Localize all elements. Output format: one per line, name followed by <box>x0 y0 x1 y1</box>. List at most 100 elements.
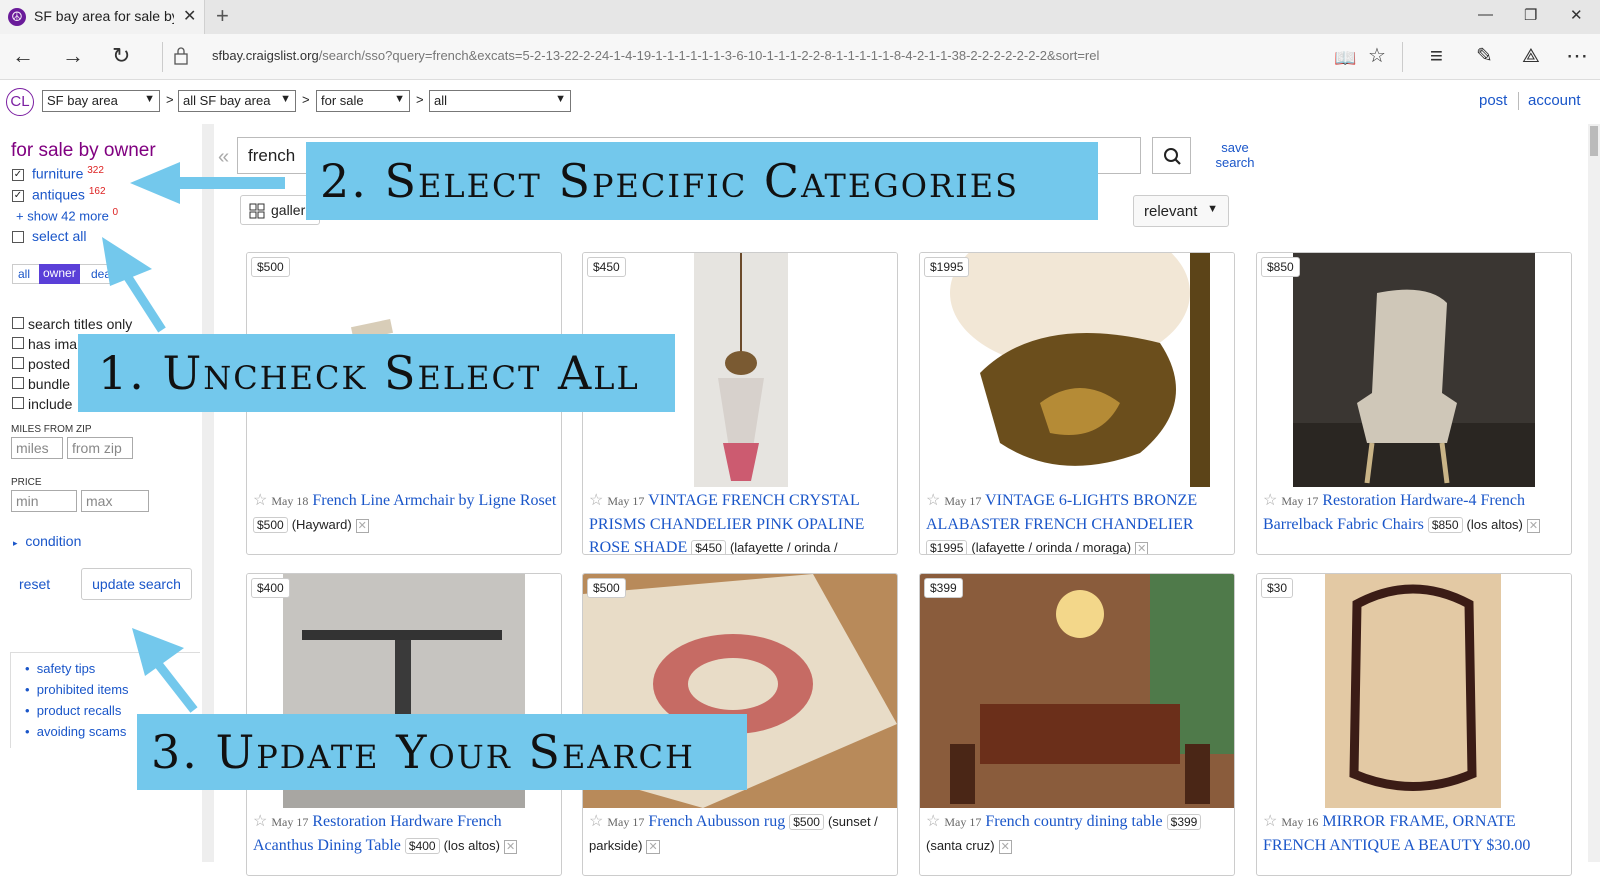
hide-icon[interactable]: ✕ <box>646 840 660 854</box>
antiques-checkbox[interactable]: ✓ <box>12 190 24 202</box>
listing-info: ☆ May 17 VINTAGE FRENCH CRYSTAL PRISMS C… <box>589 492 865 555</box>
browser-tab[interactable]: ☮ SF bay area for sale by c ✕ <box>0 0 205 34</box>
listing-card[interactable]: $399 ☆ May 17 French country dining tabl… <box>919 573 1235 876</box>
step1-banner: 1. Uncheck Select All <box>78 334 675 412</box>
page-scrollbar[interactable] <box>1588 124 1600 862</box>
favorite-star-icon[interactable]: ☆ <box>589 813 603 830</box>
has-image-checkbox[interactable] <box>12 337 24 349</box>
seller-all[interactable]: all <box>18 267 30 281</box>
select-all-checkbox[interactable] <box>12 231 24 243</box>
favorite-star-icon[interactable]: ☆ <box>1263 492 1277 509</box>
favorite-star-icon[interactable]: ☆ <box>253 813 267 830</box>
category-furniture[interactable]: furniture 322 <box>32 165 104 182</box>
show-more-link[interactable]: + show 42 more 0 <box>16 207 118 223</box>
listing-card[interactable]: $1995 ☆ May 17 VINTAGE 6-LIGHTS BRONZE A… <box>919 252 1235 555</box>
listing-image[interactable] <box>1257 574 1571 808</box>
listing-info: ☆ May 16 MIRROR FRAME, ORNATE FRENCH ANT… <box>1263 813 1531 854</box>
has-image-label: has ima <box>28 336 78 352</box>
search-button[interactable] <box>1152 137 1191 174</box>
craigslist-logo[interactable]: CL <box>6 88 34 116</box>
miles-input[interactable]: miles <box>11 437 63 459</box>
search-titles-checkbox[interactable] <box>12 317 24 329</box>
hide-icon[interactable]: ✕ <box>503 840 518 854</box>
max-price-input[interactable]: max <box>81 490 149 512</box>
listing-info: ☆ May 17 VINTAGE 6-LIGHTS BRONZE ALABAST… <box>926 492 1198 555</box>
favorite-star-icon[interactable]: ☆ <box>926 492 940 509</box>
minimize-icon[interactable]: — <box>1478 6 1493 23</box>
address-bar[interactable]: sfbay.craigslist.org/search/sso?query=fr… <box>170 42 1300 72</box>
seller-type-toggle: all owner dea <box>12 264 112 284</box>
listing-title[interactable]: French Line Armchair by Ligne Roset <box>312 492 556 509</box>
favorite-star-icon[interactable]: ☆ <box>1263 813 1277 830</box>
more-icon[interactable]: ⋯ <box>1566 44 1588 68</box>
sort-dropdown[interactable]: relevant ▼ <box>1133 195 1229 227</box>
listing-image[interactable] <box>1257 253 1571 487</box>
favorite-star-icon[interactable]: ☆ <box>589 492 603 509</box>
hide-icon[interactable]: ✕ <box>1135 542 1149 554</box>
subarea-select[interactable]: all SF bay area ▼ <box>178 90 296 112</box>
product-recalls-link[interactable]: • product recalls <box>25 703 121 718</box>
share-icon[interactable]: ⟁ <box>1522 44 1540 68</box>
post-link[interactable]: post <box>1479 92 1507 109</box>
listing-card[interactable]: $850 ☆ May 17 Restoration Hardware-4 Fre… <box>1256 252 1572 555</box>
zip-input[interactable]: from zip <box>67 437 133 459</box>
close-tab-icon[interactable]: ✕ <box>183 6 196 26</box>
refresh-icon[interactable]: ↻ <box>112 44 130 68</box>
category-select[interactable]: for sale ▼ <box>316 90 410 112</box>
listing-info: ☆ May 18 French Line Armchair by Ligne R… <box>253 492 557 533</box>
listing-image[interactable] <box>920 574 1234 808</box>
hide-icon[interactable]: ✕ <box>998 840 1012 854</box>
update-search-button[interactable]: update search <box>81 568 192 600</box>
forward-icon[interactable]: → <box>62 44 84 68</box>
maximize-icon[interactable]: ❐ <box>1524 6 1537 24</box>
select-all-label[interactable]: select all <box>32 228 86 244</box>
listing-image[interactable] <box>920 253 1234 487</box>
miles-label: MILES FROM ZIP <box>11 424 92 435</box>
bundle-checkbox[interactable] <box>12 377 24 389</box>
favorite-star-icon[interactable]: ☆ <box>1368 44 1386 68</box>
web-note-icon[interactable]: ✎ <box>1476 44 1493 68</box>
hub-icon[interactable]: ≡ <box>1430 44 1443 68</box>
chevron-down-icon: ▼ <box>394 93 405 105</box>
seller-dealer[interactable]: dea <box>91 267 111 281</box>
chevron-down-icon: ▼ <box>144 93 155 105</box>
min-price-input[interactable]: min <box>11 490 77 512</box>
include-checkbox[interactable] <box>12 397 24 409</box>
listing-card[interactable]: $30 ☆ May 16 MIRROR FRAME, ORNATE FRENCH… <box>1256 573 1572 876</box>
collapse-sidebar-icon[interactable]: « <box>218 146 229 169</box>
reading-view-icon[interactable]: 📖 <box>1334 46 1356 70</box>
avoiding-scams-link[interactable]: • avoiding scams <box>25 724 126 739</box>
price-label: PRICE <box>11 477 42 488</box>
craigslist-header: CL SF bay area ▼ > all SF bay area ▼ > for… <box>0 80 1600 124</box>
back-icon[interactable]: ← <box>12 44 34 68</box>
hide-icon[interactable]: ✕ <box>1526 519 1541 533</box>
safety-tips-link[interactable]: • safety tips <box>25 661 95 676</box>
listing-title[interactable]: French country dining table <box>985 813 1162 830</box>
tab-title: SF bay area for sale by c <box>34 8 174 24</box>
seller-owner[interactable]: owner <box>39 264 80 284</box>
save-search-link[interactable]: save search <box>1205 140 1265 170</box>
category-title: for sale by owner <box>11 140 156 161</box>
posted-today-checkbox[interactable] <box>12 357 24 369</box>
include-label: include <box>28 396 73 412</box>
furniture-checkbox[interactable]: ✓ <box>12 169 24 181</box>
reset-link[interactable]: reset <box>19 576 50 592</box>
hide-icon[interactable]: ✕ <box>355 519 369 533</box>
favorite-star-icon[interactable]: ☆ <box>926 813 940 830</box>
subcategory-select[interactable]: all ▼ <box>429 90 571 112</box>
prohibited-items-link[interactable]: • prohibited items <box>25 682 129 697</box>
condition-toggle[interactable]: ▸ condition <box>13 533 81 549</box>
listing-info: ☆ May 17 French Aubusson rug $500 (sunse… <box>589 813 878 854</box>
account-link[interactable]: account <box>1528 92 1581 109</box>
listing-info: ☆ May 17 French country dining table $39… <box>926 810 1232 859</box>
lock-icon <box>174 47 188 65</box>
favorite-star-icon[interactable]: ☆ <box>253 492 267 509</box>
chevron-down-icon: ▼ <box>555 93 566 105</box>
category-antiques[interactable]: antiques 162 <box>32 186 106 203</box>
region-select[interactable]: SF bay area ▼ <box>42 90 160 112</box>
browser-tab-bar: ☮ SF bay area for sale by c ✕ + — ❐ ✕ <box>0 0 1600 34</box>
step3-banner: 3. Update Your Search <box>137 714 747 790</box>
listing-title[interactable]: French Aubusson rug <box>648 813 785 830</box>
close-window-icon[interactable]: ✕ <box>1570 6 1583 24</box>
new-tab-icon[interactable]: + <box>216 3 229 29</box>
